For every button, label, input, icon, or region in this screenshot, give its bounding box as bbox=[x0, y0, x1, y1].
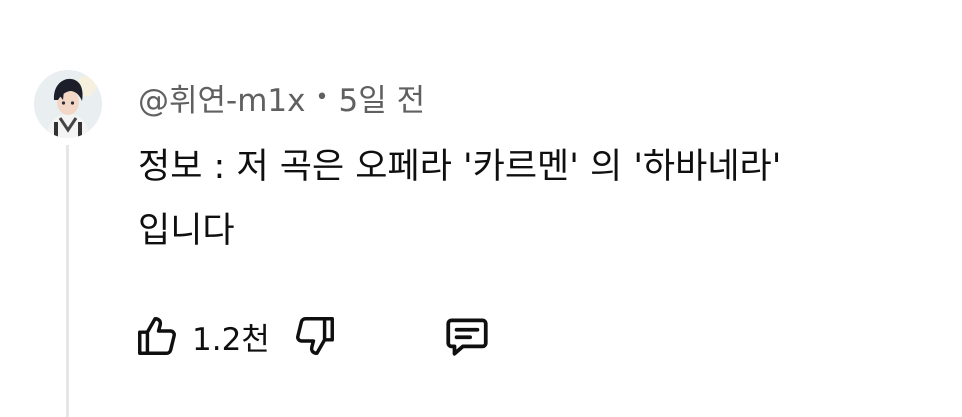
like-count: 1.2천 bbox=[192, 321, 270, 358]
like-button[interactable] bbox=[134, 313, 180, 359]
thumbs-up-icon bbox=[138, 317, 176, 355]
comment-header: @휘연-m1x • 5일 전 bbox=[138, 74, 425, 120]
reply-button[interactable] bbox=[442, 311, 492, 361]
comment-text-line-2: 입니다 bbox=[138, 211, 235, 251]
comment-time[interactable]: 5일 전 bbox=[338, 75, 425, 120]
avatar[interactable] bbox=[34, 70, 102, 138]
comment-text-line-1: 정보 : 저 곡은 오페라 '카르멘' 의 '하바네라' bbox=[138, 147, 782, 187]
dislike-button[interactable] bbox=[292, 313, 338, 359]
separator-dot: • bbox=[315, 84, 329, 110]
avatar-image bbox=[34, 70, 102, 138]
comment-item: @휘연-m1x • 5일 전 정보 : 저 곡은 오페라 '카르멘' 의 '하바… bbox=[0, 0, 962, 417]
comment-text: 정보 : 저 곡은 오페라 '카르멘' 의 '하바네라' 입니다 bbox=[138, 135, 938, 263]
thumbs-down-icon bbox=[295, 317, 334, 355]
thread-line bbox=[66, 145, 69, 417]
comment-actions: 1.2천 bbox=[134, 306, 492, 366]
comment-icon bbox=[446, 318, 488, 356]
author-name[interactable]: @휘연-m1x bbox=[138, 75, 306, 120]
